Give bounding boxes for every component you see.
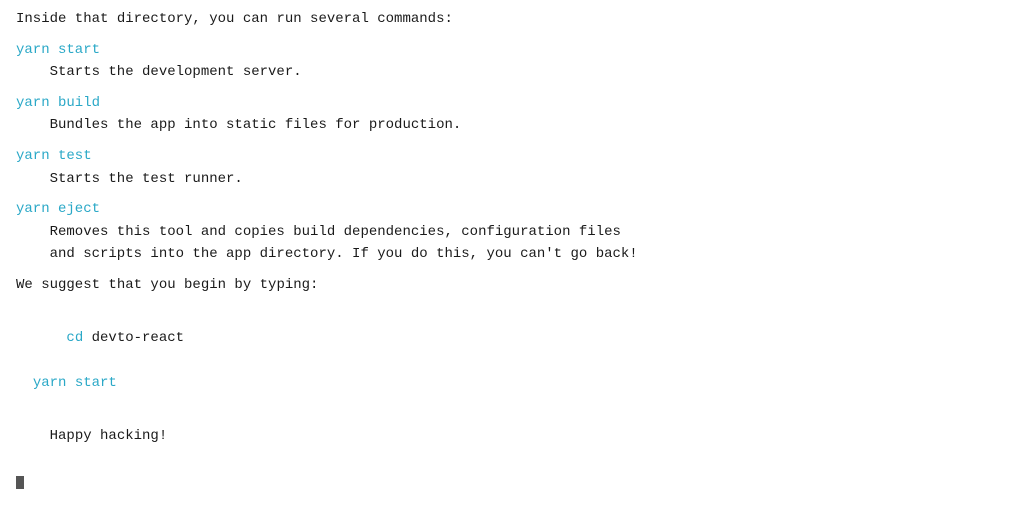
- cmd-yarn-eject-desc-2: and scripts into the app directory. If y…: [33, 243, 1008, 265]
- cmd-yarn-start: yarn start: [16, 39, 1008, 61]
- spacer-4: [16, 190, 1008, 198]
- main-content: Inside that directory, you can run sever…: [16, 8, 1008, 492]
- cmd-yarn-eject: yarn eject: [16, 198, 1008, 220]
- suggest-cd-cmd: cd: [50, 330, 92, 346]
- suggest-line: We suggest that you begin by typing:: [16, 274, 1008, 296]
- spacer-5: [16, 265, 1008, 273]
- spacer-6: [16, 296, 1008, 304]
- suggest-cmd-block: cd devto-react: [16, 305, 1008, 372]
- cmd-yarn-eject-desc-1: Removes this tool and copies build depen…: [33, 221, 1008, 243]
- terminal-cursor: [16, 476, 24, 489]
- spacer-2: [16, 84, 1008, 92]
- spacer-1: [16, 30, 1008, 38]
- intro-line: Inside that directory, you can run sever…: [16, 8, 1008, 30]
- closing-line: Happy hacking!: [16, 403, 1008, 470]
- cmd-yarn-test: yarn test: [16, 145, 1008, 167]
- suggest-yarn-start: yarn start: [16, 372, 1008, 394]
- cmd-yarn-start-desc: Starts the development server.: [33, 61, 1008, 83]
- spacer-3: [16, 137, 1008, 145]
- suggest-cd-arg: devto-react: [92, 330, 184, 346]
- cmd-yarn-test-desc: Starts the test runner.: [33, 168, 1008, 190]
- cmd-yarn-build-desc: Bundles the app into static files for pr…: [33, 114, 1008, 136]
- cmd-yarn-build: yarn build: [16, 92, 1008, 114]
- spacer-7: [16, 394, 1008, 402]
